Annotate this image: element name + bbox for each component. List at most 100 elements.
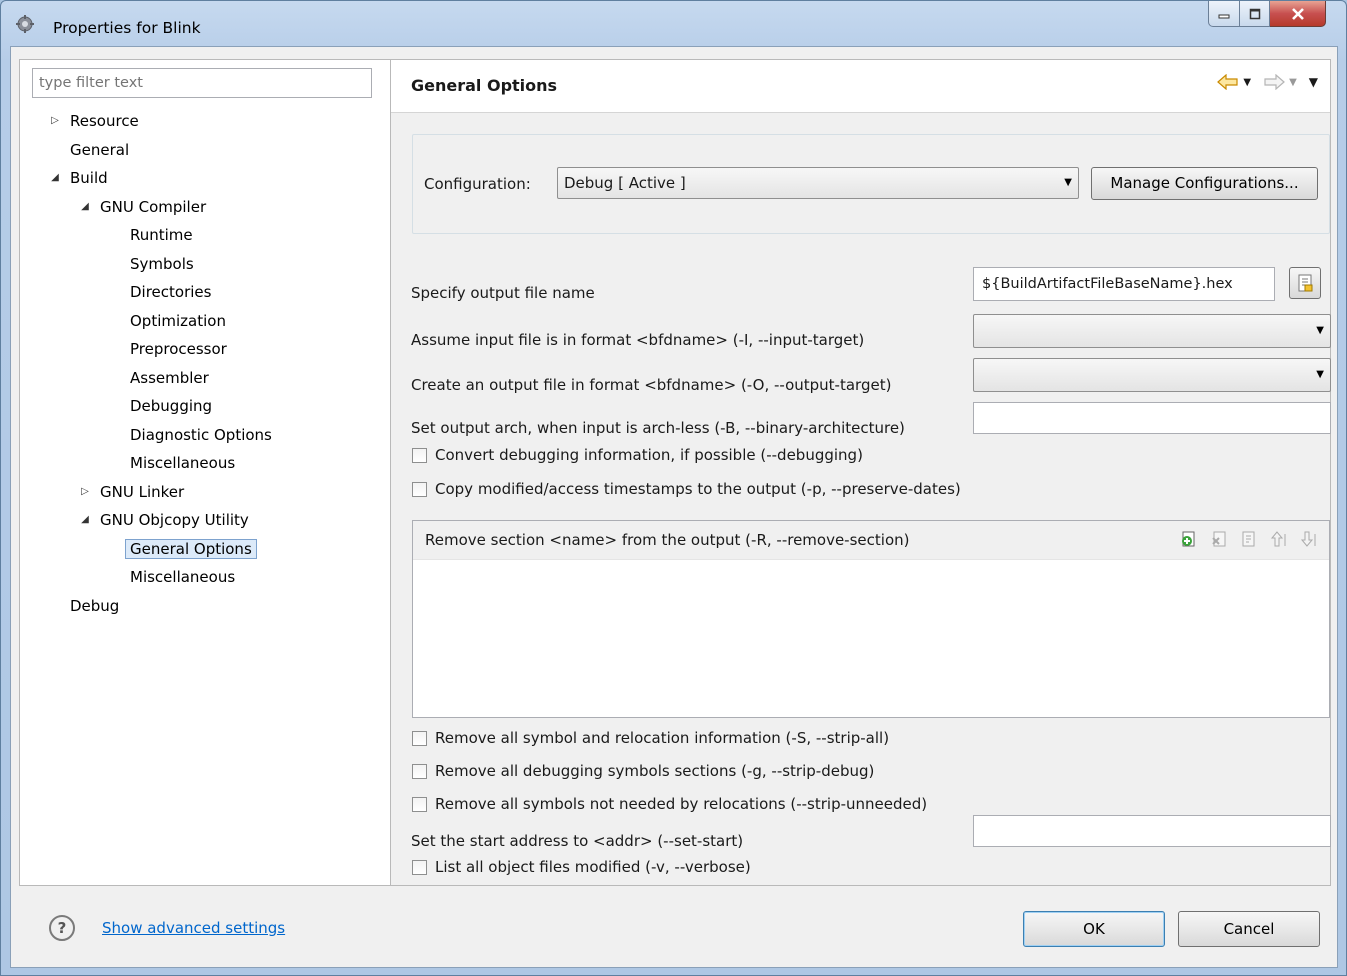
expand-arrow-icon[interactable]: ▷ [78, 479, 92, 505]
tree-item[interactable]: Assembler [130, 365, 209, 391]
expand-arrow-icon[interactable]: ▷ [48, 108, 62, 134]
collapse-arrow-icon[interactable]: ◢ [78, 507, 92, 533]
settings-panel: General Options ▼ ▼ ▼ Configuration: Deb… [390, 59, 1331, 886]
close-button[interactable] [1270, 1, 1326, 27]
delete-icon [1212, 531, 1226, 547]
minimize-button[interactable] [1208, 1, 1240, 27]
tree-item[interactable]: ▷ GNU Linker [81, 479, 184, 505]
tree-item[interactable]: Runtime [130, 222, 193, 248]
preserve-dates-checkbox[interactable] [412, 481, 427, 497]
remove-section-header: Remove section <name> from the output (-… [413, 521, 1329, 560]
insert-variable-button[interactable] [1289, 267, 1321, 299]
back-arrow-icon[interactable] [1217, 74, 1239, 90]
remove-section-label: Remove section <name> from the output (-… [425, 531, 910, 549]
strip-unneeded-checkbox[interactable] [412, 796, 427, 812]
arrow-down-icon [1300, 531, 1316, 547]
tree-item[interactable]: Diagnostic Options [130, 422, 272, 448]
help-icon[interactable]: ? [49, 915, 75, 941]
cancel-button[interactable]: Cancel [1178, 911, 1320, 947]
settings-header: General Options ▼ ▼ ▼ [391, 60, 1330, 113]
tree-item[interactable]: Miscellaneous [130, 564, 235, 590]
tree-item-label: Symbols [130, 254, 194, 273]
start-address-input[interactable] [973, 815, 1331, 847]
strip-debug-checkbox[interactable] [412, 763, 427, 779]
nav-arrows: ▼ ▼ ▼ [1217, 74, 1318, 90]
tree-item[interactable]: Debug [70, 593, 119, 619]
collapse-arrow-icon[interactable]: ◢ [78, 194, 92, 220]
chevron-down-icon: ▼ [1316, 369, 1324, 380]
tree-item[interactable]: Optimization [130, 308, 226, 334]
output-name-input[interactable]: ${BuildArtifactFileBaseName}.hex [973, 267, 1275, 301]
strip-unneeded-checkbox-row[interactable]: Remove all symbols not needed by relocat… [412, 792, 927, 816]
manage-configurations-button[interactable]: Manage Configurations... [1091, 167, 1318, 200]
tree-item[interactable]: Debugging [130, 393, 212, 419]
debugging-checkbox-label: Convert debugging information, if possib… [435, 446, 863, 464]
output-format-label: Create an output file in format <bfdname… [411, 376, 892, 394]
tree-item-label: General [70, 140, 130, 159]
arrow-up-icon [1270, 531, 1286, 547]
tree-item-label: General Options [125, 538, 257, 559]
window-title: Properties for Blink [53, 19, 201, 37]
verbose-checkbox-row[interactable]: List all object files modified (-v, --ve… [412, 855, 751, 879]
input-format-select[interactable]: ▼ [973, 314, 1331, 348]
tree-item-label: Build [70, 169, 108, 187]
properties-window: Properties for Blink ▷ Resource General ◢ Bu… [0, 0, 1347, 976]
move-down-button[interactable] [1299, 529, 1319, 549]
verbose-checkbox[interactable] [412, 859, 427, 875]
remove-section-list[interactable]: Remove section <name> from the output (-… [412, 520, 1330, 718]
category-tree-panel: ▷ Resource General ◢ Build ◢ GNU Compiler Runti… [19, 59, 390, 886]
configuration-value: Debug [ Active ] [564, 174, 686, 192]
debugging-checkbox-row[interactable]: Convert debugging information, if possib… [412, 443, 863, 467]
output-format-select[interactable]: ▼ [973, 358, 1331, 392]
tree-item-label: GNU Compiler [100, 197, 207, 216]
arch-label: Set output arch, when input is arch-less… [411, 419, 905, 437]
tree-item[interactable]: General Options [125, 536, 257, 562]
delete-button[interactable] [1209, 529, 1229, 549]
tree-item-label: Optimization [130, 311, 226, 330]
verbose-checkbox-label: List all object files modified (-v, --ve… [435, 858, 751, 876]
strip-all-checkbox-row[interactable]: Remove all symbol and relocation informa… [412, 726, 889, 750]
tree-item[interactable]: ▷ Resource [51, 108, 139, 134]
tree-item-label: Miscellaneous [130, 568, 236, 586]
tree-item[interactable]: Preprocessor [130, 336, 227, 362]
tree-item-label: Preprocessor [130, 340, 227, 358]
strip-debug-checkbox-row[interactable]: Remove all debugging symbols sections (-… [412, 759, 874, 783]
tree-item-label: Runtime [130, 226, 193, 244]
tree-item[interactable]: Directories [130, 279, 211, 305]
configuration-label: Configuration: [424, 175, 531, 193]
collapse-arrow-icon[interactable]: ◢ [48, 165, 62, 191]
tree-item[interactable]: General [70, 137, 129, 163]
forward-arrow-icon[interactable] [1263, 74, 1285, 90]
close-icon [1291, 7, 1304, 20]
ok-button[interactable]: OK [1023, 911, 1165, 947]
tree-item-label: Diagnostic Options [130, 425, 272, 444]
add-button[interactable] [1179, 529, 1199, 549]
tree-item-label: Assembler [130, 368, 209, 387]
edit-button[interactable] [1239, 529, 1259, 549]
tree-item[interactable]: Symbols [130, 251, 194, 277]
arch-input[interactable] [973, 402, 1331, 434]
tree-item[interactable]: Miscellaneous [130, 450, 235, 476]
variables-icon [1298, 274, 1313, 292]
back-dropdown-icon[interactable]: ▼ [1243, 77, 1251, 88]
tree-item-label: Miscellaneous [130, 454, 236, 472]
tree-item-label: Debug [70, 596, 120, 615]
debugging-checkbox[interactable] [412, 447, 427, 463]
move-up-button[interactable] [1269, 529, 1289, 549]
maximize-button[interactable] [1240, 1, 1270, 27]
show-advanced-settings-link[interactable]: Show advanced settings [102, 919, 285, 937]
configuration-select[interactable]: Debug [ Active ] ▼ [557, 167, 1079, 199]
tree-item[interactable]: ◢ GNU Compiler [81, 194, 207, 220]
filter-input[interactable] [32, 68, 372, 98]
preserve-dates-checkbox-row[interactable]: Copy modified/access timestamps to the o… [412, 477, 961, 501]
page-title: General Options [411, 76, 558, 95]
view-menu-icon[interactable]: ▼ [1309, 75, 1318, 89]
output-name-label: Specify output file name [411, 284, 595, 302]
edit-icon [1242, 531, 1255, 547]
strip-all-checkbox[interactable] [412, 730, 427, 746]
tree-item[interactable]: ◢ GNU Objcopy Utility [81, 507, 249, 533]
tree-item[interactable]: ◢ Build [51, 165, 108, 191]
minimize-icon [1218, 14, 1230, 18]
title-bar[interactable]: Properties for Blink [1, 1, 1346, 45]
forward-dropdown-icon[interactable]: ▼ [1289, 77, 1297, 88]
